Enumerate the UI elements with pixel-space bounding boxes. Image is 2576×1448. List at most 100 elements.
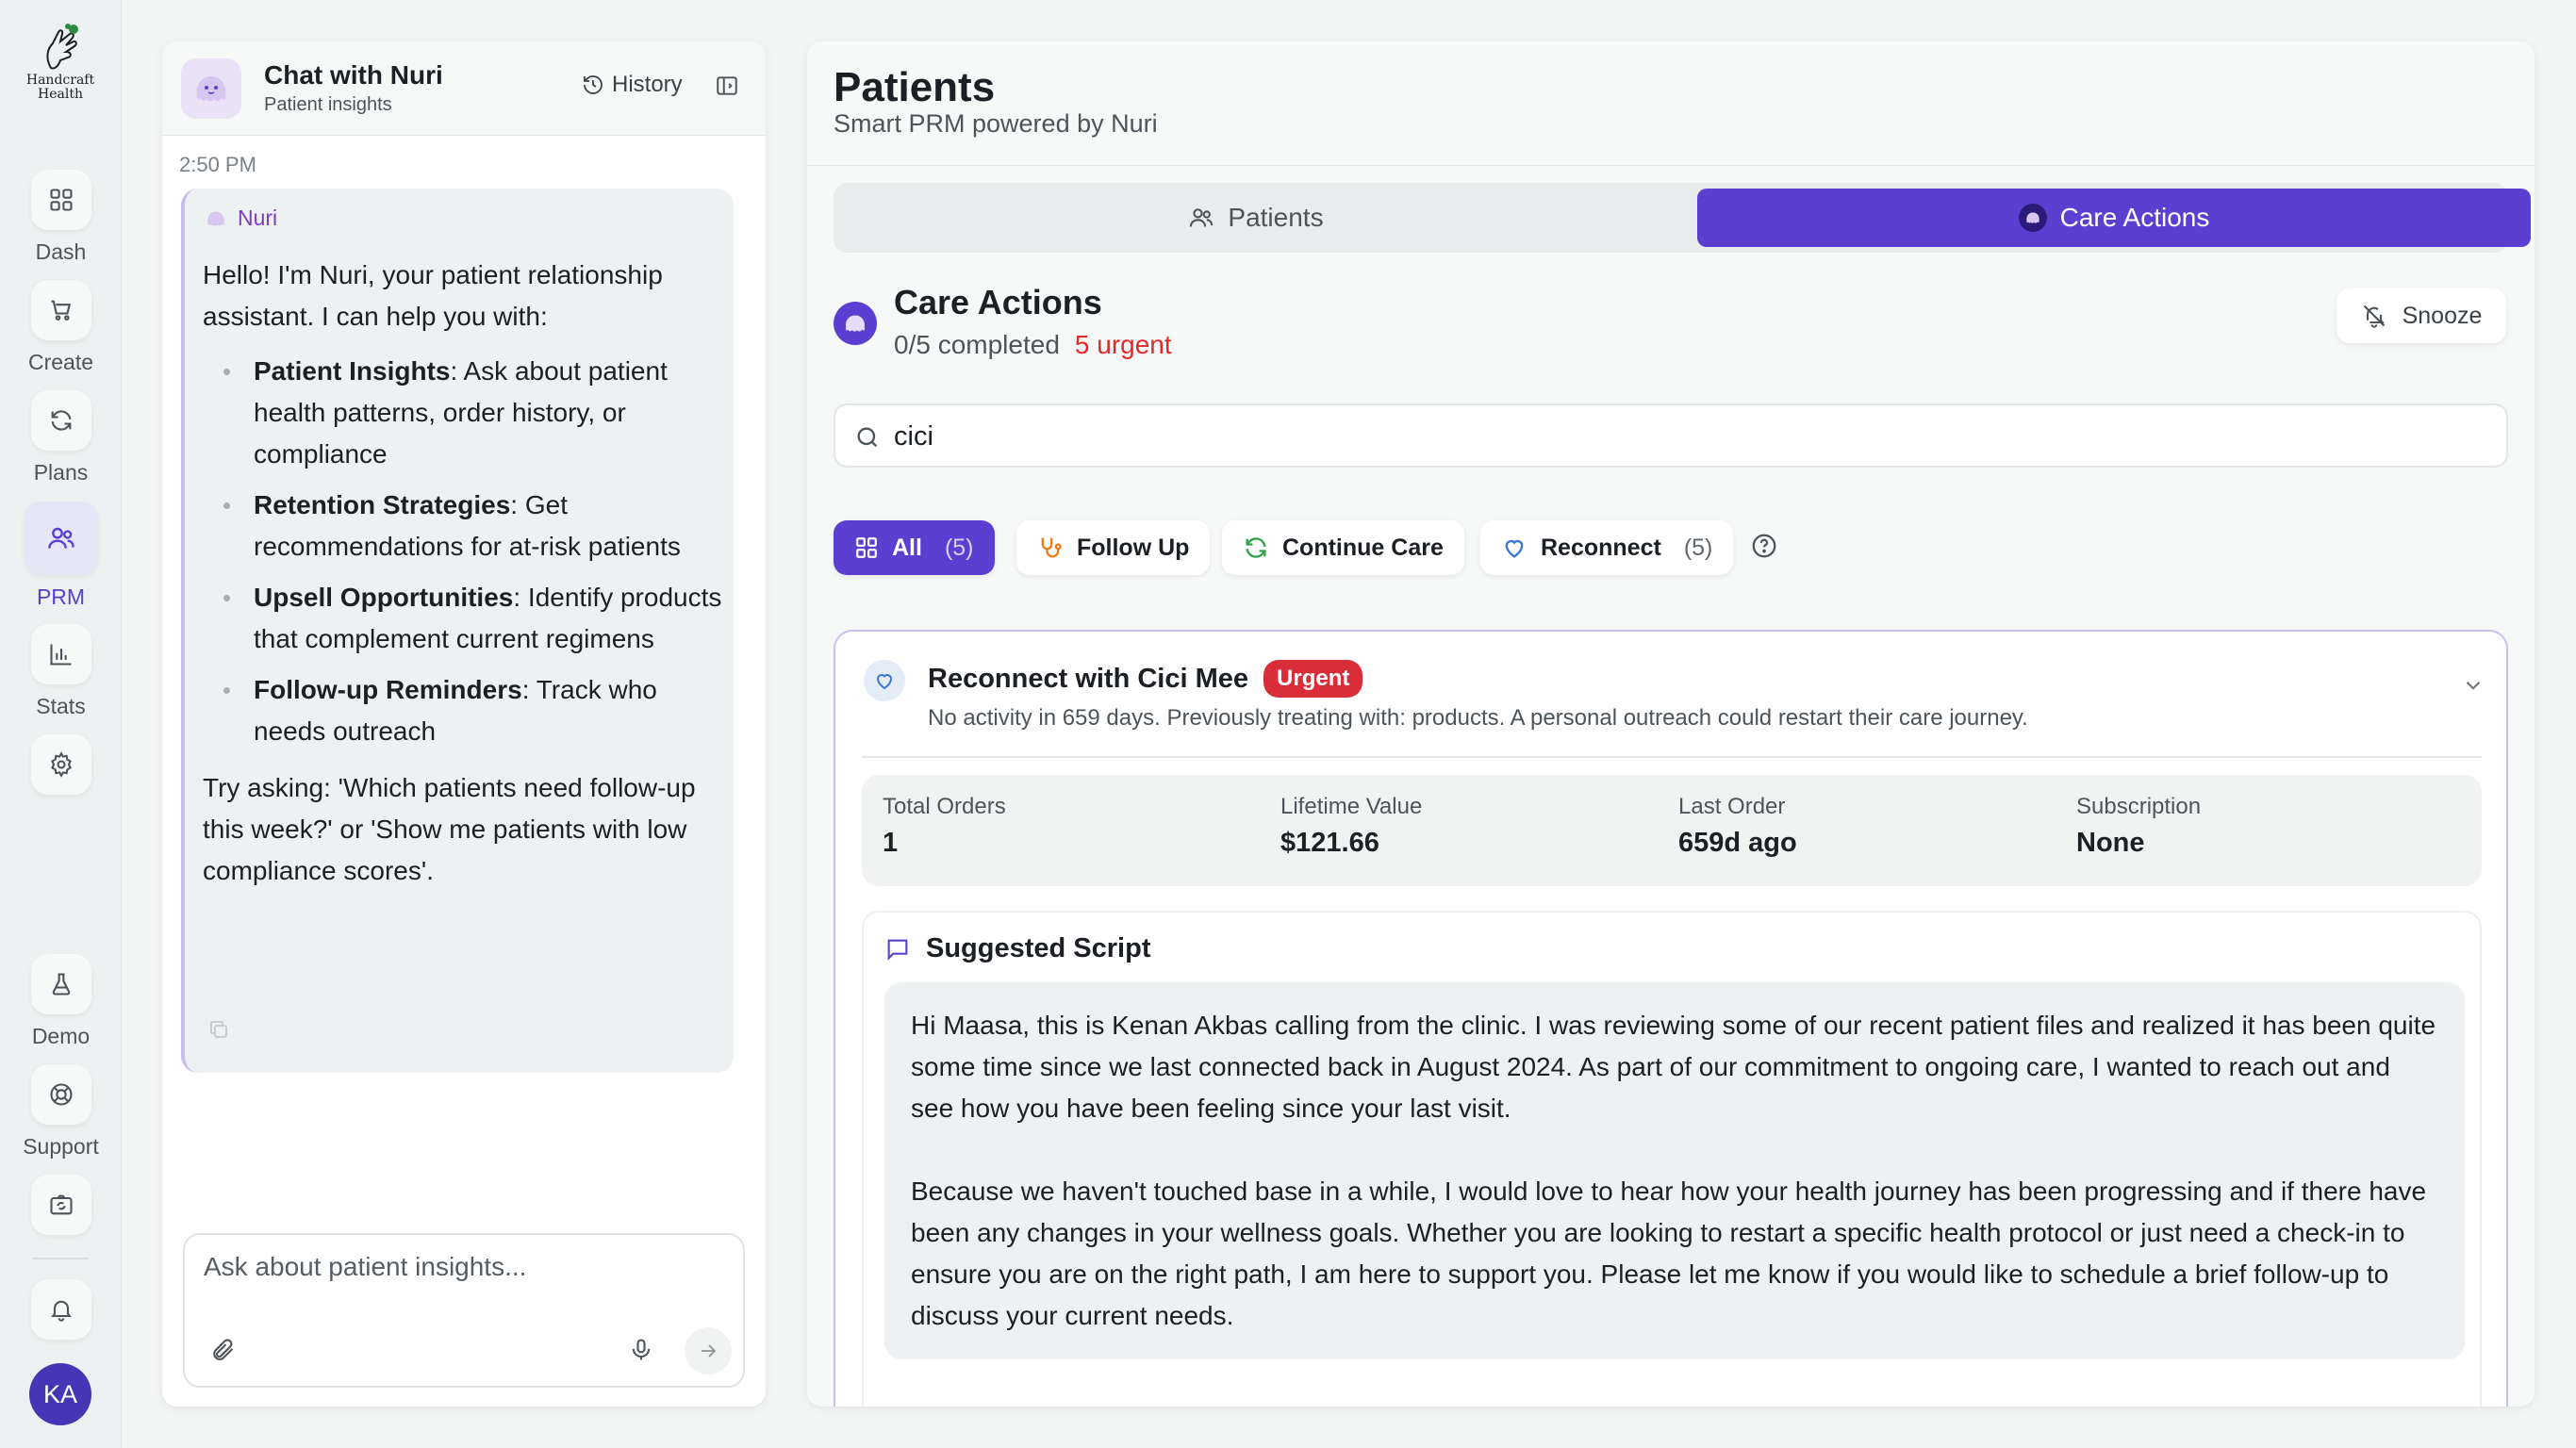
capability-list: Patient Insights: Ask about patient heal…: [203, 351, 731, 752]
snooze-button[interactable]: Snooze: [2337, 288, 2506, 343]
nuri-avatar: [181, 58, 241, 119]
sidebar-item-label: Dash: [35, 239, 87, 264]
paperclip-icon: [213, 1339, 234, 1360]
filter-label: Reconnect: [1541, 534, 1661, 561]
help-circle-icon: [1752, 534, 1776, 558]
demo-button[interactable]: [30, 954, 91, 1014]
sidebar-item-notifications[interactable]: [0, 1279, 122, 1340]
list-item: Retention Strategies: Get recommendation…: [203, 485, 731, 568]
grid-icon: [856, 537, 877, 558]
sidebar-item-demo[interactable]: Demo: [0, 954, 122, 1049]
stat-value: None: [2076, 828, 2145, 858]
message-intro: Hello! I'm Nuri, your patient relationsh…: [203, 260, 663, 331]
stat-value: 1: [883, 828, 899, 858]
history-icon: [584, 75, 603, 94]
snooze-label: Snooze: [2402, 302, 2483, 329]
sidebar-item-label: Create: [27, 350, 94, 374]
microphone-button[interactable]: [628, 1337, 654, 1368]
filter-follow-up[interactable]: Follow Up: [1016, 520, 1211, 575]
filter-count: (5): [944, 534, 974, 561]
sidebar-item-create[interactable]: Create: [0, 280, 122, 375]
support-button[interactable]: [30, 1064, 91, 1125]
chat-title: Chat with Nuri: [264, 60, 443, 90]
stat-value: 659d ago: [1678, 828, 1797, 858]
heart-icon: [864, 660, 905, 701]
care-actions-icon: [834, 302, 877, 345]
sidebar-item-stats[interactable]: Stats: [0, 624, 122, 719]
sidebar-item-camera[interactable]: [0, 1175, 122, 1235]
filter-continue-care[interactable]: Continue Care: [1222, 520, 1464, 575]
tab-care-actions[interactable]: Care Actions: [1697, 189, 2531, 247]
sidebar-item-settings[interactable]: [0, 734, 122, 795]
stethoscope-icon: [1041, 537, 1062, 558]
sidebar-collapse-icon: [717, 76, 737, 95]
stat-label: Total Orders: [883, 794, 1006, 819]
patient-stats: Total Orders 1 Lifetime Value $121.66 La…: [862, 775, 2482, 886]
history-button[interactable]: History: [582, 72, 683, 98]
search-input[interactable]: [894, 415, 2478, 458]
completion-status: 0/5 completed 5 urgent: [894, 330, 1172, 360]
search-box: [834, 403, 2508, 468]
flask-icon: [52, 973, 70, 996]
sidebar-item-plans[interactable]: Plans: [0, 390, 122, 485]
notifications-button[interactable]: [30, 1279, 91, 1340]
dash-button[interactable]: [30, 170, 91, 230]
chevron-down-icon: [2466, 682, 2481, 690]
sidebar-item-label: Support: [23, 1134, 99, 1159]
sidebar-item-dash[interactable]: Dash: [0, 170, 122, 265]
care-action-card[interactable]: Reconnect with Cici Mee Urgent No activi…: [834, 630, 2508, 1407]
collapse-panel-button[interactable]: [715, 74, 739, 103]
create-button[interactable]: [30, 280, 91, 340]
cart-icon: [51, 300, 71, 321]
script-paragraph: Because we haven't touched base in a whi…: [911, 1176, 2427, 1330]
sidebar-item-label: Stats: [36, 694, 86, 718]
sidebar-item-support[interactable]: Support: [0, 1064, 122, 1160]
chat-input[interactable]: [204, 1252, 713, 1308]
list-item: Patient Insights: Ask about patient heal…: [203, 351, 731, 475]
bullet-title: Upsell Opportunities: [254, 583, 514, 612]
brand-logo[interactable]: Handcraft Health: [19, 21, 102, 102]
copy-message-button[interactable]: [207, 1018, 230, 1045]
bell-icon: [50, 1300, 72, 1322]
avatar[interactable]: KA: [29, 1363, 91, 1425]
camera-switch-button[interactable]: [30, 1175, 91, 1235]
divider: [862, 756, 2482, 758]
filter-label: Continue Care: [1282, 534, 1444, 561]
heart-icon: [1505, 539, 1524, 558]
users-icon: [1190, 208, 1214, 227]
message-sender: Nuri: [204, 206, 277, 231]
plans-button[interactable]: [30, 390, 91, 451]
filter-label: Follow Up: [1077, 534, 1190, 561]
refresh-icon: [1246, 537, 1266, 558]
tab-patients[interactable]: Patients: [839, 189, 1673, 247]
stat-label: Lifetime Value: [1280, 794, 1423, 819]
prm-button[interactable]: [24, 502, 98, 575]
card-description: No activity in 659 days. Previously trea…: [928, 705, 2028, 731]
bullet-title: Follow-up Reminders: [254, 675, 522, 704]
collapse-card-button[interactable]: [2461, 673, 2485, 702]
hand-logo-icon: [46, 24, 78, 70]
bullet-title: Retention Strategies: [254, 490, 511, 519]
filter-reconnect[interactable]: Reconnect (5): [1480, 520, 1734, 575]
brand-name-line2: Health: [38, 87, 83, 102]
grid-icon: [49, 189, 73, 211]
chat-panel: Chat with Nuri Patient insights History …: [162, 41, 766, 1407]
attach-button[interactable]: [209, 1337, 236, 1368]
message-outro: Try asking: 'Which patients need follow-…: [203, 773, 696, 885]
stats-button[interactable]: [30, 624, 91, 684]
copy-icon: [210, 1021, 227, 1038]
sidebar-item-prm[interactable]: PRM: [0, 502, 122, 610]
settings-button[interactable]: [30, 734, 91, 795]
help-button[interactable]: [1750, 532, 1778, 565]
filter-count: (5): [1683, 534, 1713, 561]
stat-last-order: Last Order 659d ago: [1678, 794, 1797, 859]
camera-switch-icon: [49, 1194, 73, 1215]
filter-all[interactable]: All (5): [834, 520, 995, 575]
script-header: Suggested Script: [884, 933, 1151, 964]
stat-label: Subscription: [2076, 794, 2202, 819]
nuri-mascot-icon: [2018, 204, 2047, 232]
page-header: Patients Smart PRM powered by Nuri: [807, 41, 2535, 166]
send-button[interactable]: [685, 1327, 732, 1374]
bullet-title: Patient Insights: [254, 356, 451, 386]
sidebar-item-label: Demo: [31, 1024, 91, 1048]
